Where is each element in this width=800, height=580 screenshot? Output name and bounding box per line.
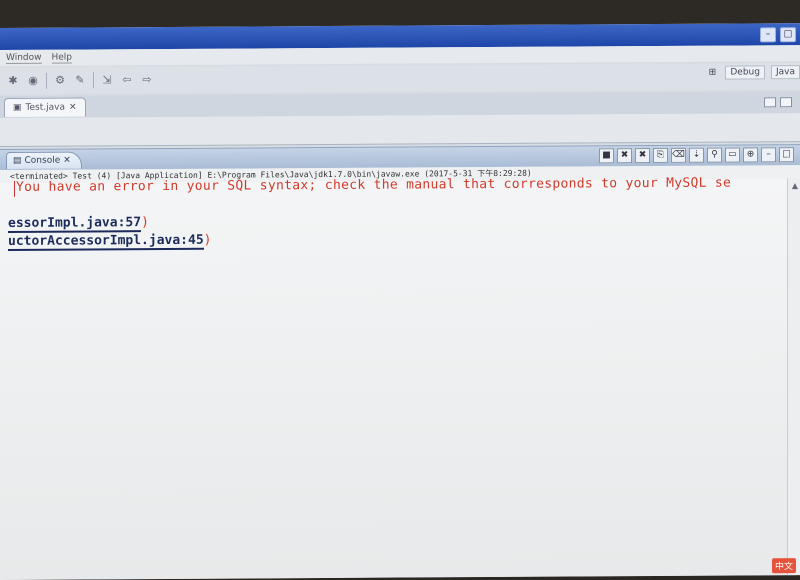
external-tools-icon[interactable]: ⚙ (53, 74, 67, 88)
minimize-button[interactable]: – (760, 27, 776, 43)
editor-tab-label: Test.java (25, 102, 65, 113)
close-icon[interactable]: ✕ (69, 103, 77, 113)
console-output[interactable]: You have an error in your SQL syntax; ch… (0, 175, 800, 580)
clear-console-icon[interactable]: ⌫ (671, 147, 686, 163)
terminate-icon[interactable]: ■ (599, 148, 614, 164)
open-perspective-icon[interactable]: ⊞ (705, 66, 719, 80)
stack-trace-line: uctorAccessorImpl.java:45) (8, 232, 212, 251)
ime-indicator[interactable]: 中文 (771, 558, 796, 574)
minimize-view-icon[interactable]: – (761, 147, 776, 163)
remove-all-icon[interactable]: ✖ (635, 148, 650, 164)
forward-icon[interactable]: ⇨ (140, 73, 154, 87)
remove-launch-icon[interactable]: ✖ (617, 148, 632, 164)
run-icon[interactable]: ◉ (26, 74, 40, 88)
pin-console-icon[interactable]: ⚲ (707, 147, 722, 163)
display-console-icon[interactable]: ▭ (725, 147, 740, 163)
eclipse-window: – □ Window Help ✱ ◉ ⚙ ✎ ⇲ ⇦ ⇨ ⊞ Debug Ja… (0, 23, 800, 580)
maximize-view-button[interactable] (780, 97, 792, 108)
new-icon[interactable]: ✎ (73, 73, 87, 87)
editor-view-controls (764, 97, 792, 108)
window-controls: – □ (760, 27, 796, 43)
console-toolbar: ■ ✖ ✖ ⎘ ⌫ ⇣ ⚲ ▭ ⊕ – □ (599, 147, 794, 164)
maximize-view-icon[interactable]: □ (779, 147, 794, 163)
stack-trace-line: essorImpl.java:57) (8, 215, 149, 233)
copy-icon[interactable]: ⎘ (653, 147, 668, 164)
console-tab[interactable]: ▤ Console ✕ (6, 151, 82, 169)
open-console-icon[interactable]: ⊕ (743, 147, 758, 163)
editor-tab[interactable]: ▣ Test.java ✕ (4, 97, 86, 117)
console-tab-label: Console (24, 155, 61, 166)
close-icon[interactable]: ✕ (63, 156, 71, 166)
toolbar-separator (46, 72, 47, 89)
menu-help[interactable]: Help (51, 52, 73, 64)
scroll-up-icon[interactable]: ▲ (792, 181, 798, 190)
main-toolbar: ✱ ◉ ⚙ ✎ ⇲ ⇦ ⇨ (0, 63, 800, 94)
console-scrollbar[interactable] (787, 178, 800, 576)
java-file-icon: ▣ (13, 102, 22, 113)
restore-button[interactable]: □ (780, 27, 796, 43)
back-icon[interactable]: ⇦ (120, 73, 134, 87)
minimize-view-button[interactable] (764, 97, 776, 108)
scroll-lock-icon[interactable]: ⇣ (689, 147, 704, 163)
menu-window[interactable]: Window (6, 52, 42, 64)
text-cursor (14, 180, 15, 197)
perspective-switcher: ⊞ Debug Java (705, 65, 800, 80)
stack-trace-suffix: ) (203, 232, 212, 248)
editor-area[interactable] (0, 113, 800, 147)
console-icon: ▤ (13, 155, 22, 166)
stack-trace-link[interactable]: essorImpl.java:57 (8, 215, 142, 233)
toolbar-separator (93, 72, 94, 89)
system-tray: 中文 (771, 558, 796, 574)
stack-trace-link[interactable]: uctorAccessorImpl.java:45 (8, 232, 204, 251)
perspective-debug[interactable]: Debug (725, 65, 765, 80)
navigate-icon[interactable]: ⇲ (100, 73, 114, 87)
perspective-java[interactable]: Java (770, 65, 800, 80)
error-message: You have an error in your SQL syntax; ch… (16, 175, 732, 195)
bug-icon[interactable]: ✱ (6, 74, 20, 88)
stack-trace-suffix: ) (141, 215, 149, 231)
